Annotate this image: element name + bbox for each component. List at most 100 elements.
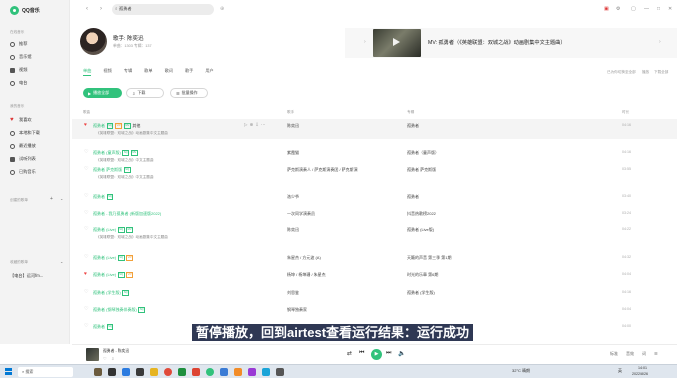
song-artist[interactable]: 刘思鉴 bbox=[287, 290, 299, 296]
header-duration[interactable]: 时长 bbox=[622, 110, 629, 115]
song-album[interactable]: 孤勇者 (学生版) bbox=[407, 290, 435, 296]
song-album[interactable]: 孤勇者 bbox=[407, 194, 419, 200]
song-album[interactable]: 孤勇者 萨克斯版 bbox=[407, 167, 436, 173]
song-title[interactable]: 孤勇者 bbox=[93, 324, 105, 330]
like-icon[interactable]: ♡ bbox=[103, 356, 107, 361]
like-heart-icon[interactable]: ♡ bbox=[84, 227, 88, 232]
sidebar-item-liked[interactable]: ♥ 我喜欢 bbox=[10, 116, 66, 124]
sidebar-item-music-hall[interactable]: 音乐馆 bbox=[10, 53, 66, 61]
header-artist[interactable]: 歌手 bbox=[287, 110, 294, 115]
chevron-left-icon[interactable]: › bbox=[364, 39, 366, 45]
sound-effect-button[interactable]: 音效 bbox=[626, 351, 634, 357]
app-icon[interactable] bbox=[248, 368, 256, 376]
like-heart-icon[interactable]: ♡ bbox=[84, 194, 88, 199]
mini-mode-icon[interactable]: ▢ bbox=[631, 6, 636, 12]
song-artist[interactable]: 洛少爷 bbox=[287, 194, 299, 200]
song-title[interactable]: 孤勇者 (童声版) bbox=[93, 150, 121, 156]
play-link[interactable]: 播放 bbox=[642, 70, 649, 75]
back-icon[interactable]: ‹ bbox=[86, 6, 88, 12]
song-title[interactable]: 孤勇者 bbox=[93, 194, 105, 200]
song-album[interactable]: 孤勇者 (Live版) bbox=[407, 227, 434, 233]
app-icon[interactable] bbox=[220, 368, 228, 376]
play-all-button[interactable]: ▶ 播放全部 bbox=[83, 88, 122, 98]
sidebar-item-radio[interactable]: 电台 bbox=[10, 79, 66, 87]
sidebar-item-purchased[interactable]: 已购音乐 bbox=[10, 168, 66, 176]
header-song[interactable]: 歌曲 bbox=[83, 110, 90, 115]
voice-search-icon[interactable]: ⊕ bbox=[220, 6, 224, 12]
table-row[interactable]: ♥ 孤勇者 SQ VIP MV 其他 《英雄联盟：双城之战》动画剧集中文主题曲 ▷⊕⇩⋯ 陈奕迅… bbox=[72, 119, 677, 139]
tab-lyrics[interactable]: 歌词 bbox=[165, 68, 173, 76]
now-playing-cover[interactable] bbox=[86, 348, 99, 361]
ime-indicator[interactable]: 英 bbox=[618, 368, 622, 374]
sidebar-item-recent[interactable]: 最近播放 bbox=[10, 142, 66, 150]
weather-status[interactable]: 32°C 晴朗 bbox=[512, 368, 530, 374]
next-icon[interactable]: ⏭ bbox=[386, 350, 391, 357]
quality-button[interactable]: 标准 bbox=[610, 351, 618, 357]
app-icon[interactable] bbox=[276, 368, 284, 376]
song-artist[interactable]: 钢琴独奏家 bbox=[287, 307, 307, 313]
song-album[interactable]: 时光的乐章 第6期 bbox=[407, 272, 438, 278]
lyrics-button[interactable]: 词 bbox=[642, 351, 646, 357]
mv-banner[interactable]: › MV: 孤勇者（《英雄联盟：双城之战》动画剧集中文主题曲） › bbox=[345, 28, 677, 58]
like-heart-icon[interactable]: ♡ bbox=[84, 167, 88, 172]
sidebar-item-recommend[interactable]: 推荐 bbox=[10, 40, 66, 48]
download-button[interactable]: ⇩ 下载 bbox=[126, 88, 164, 98]
wallpaper-widget-icon[interactable] bbox=[94, 368, 102, 376]
like-heart-icon[interactable]: ♥ bbox=[84, 123, 87, 128]
song-title[interactable]: 孤勇者 萨克斯版 bbox=[93, 167, 122, 173]
forward-icon[interactable]: › bbox=[100, 6, 102, 12]
search-input[interactable]: ⌕ 孤勇者 bbox=[112, 4, 214, 15]
app-icon[interactable] bbox=[234, 368, 242, 376]
song-title[interactable]: 孤勇者 (Live) bbox=[93, 255, 116, 261]
tab-playlists[interactable]: 歌单 bbox=[144, 68, 152, 76]
song-artist[interactable]: 朱星杰 / 方元波 (A) bbox=[287, 255, 321, 261]
explorer-icon[interactable] bbox=[150, 368, 158, 376]
song-title[interactable]: 孤勇者 (Live) bbox=[93, 227, 116, 233]
edge-icon[interactable] bbox=[122, 368, 130, 376]
playlist-icon[interactable]: ☰ bbox=[654, 351, 658, 356]
song-album[interactable]: 抖音热歌榜2022 bbox=[407, 211, 436, 217]
header-album[interactable]: 专辑 bbox=[407, 110, 414, 115]
like-heart-icon[interactable]: ♡ bbox=[84, 307, 88, 312]
qq-music-taskbar-icon[interactable] bbox=[206, 368, 214, 376]
shuffle-icon[interactable]: ⇄ bbox=[347, 350, 352, 357]
chevron-down-icon[interactable]: ⌄ bbox=[60, 259, 63, 264]
more-icon[interactable]: ⋯ bbox=[261, 122, 268, 127]
song-album[interactable]: 孤勇者（童声版） bbox=[407, 150, 439, 156]
like-heart-icon[interactable]: ♡ bbox=[84, 324, 88, 329]
batch-button[interactable]: ☰ 批量操作 bbox=[170, 88, 208, 98]
song-album[interactable]: 孤勇者 bbox=[407, 123, 419, 129]
chevron-right-icon[interactable]: › bbox=[659, 39, 661, 45]
song-artist[interactable]: 杨坤 / 杨坤珊 / 朱星杰 bbox=[287, 272, 326, 278]
song-album[interactable]: 天籁的声音 第三季 第1期 bbox=[407, 255, 451, 261]
tab-videos[interactable]: 视频 bbox=[103, 68, 111, 76]
song-artist[interactable]: 萨克斯演奏人 / 萨克斯演奏团 / 萨克斯演 bbox=[287, 167, 358, 173]
sidebar-item-local[interactable]: 本地和下载 bbox=[10, 129, 66, 137]
close-icon[interactable]: ✕ bbox=[668, 6, 672, 12]
volume-icon[interactable]: 🔈 bbox=[398, 350, 405, 357]
chrome-icon[interactable] bbox=[164, 368, 172, 376]
tab-users[interactable]: 用户 bbox=[205, 68, 213, 76]
app-icon[interactable] bbox=[192, 368, 200, 376]
taskbar-search[interactable]: ⌕ 搜索 bbox=[18, 367, 73, 377]
download-all-link[interactable]: 下载全部 bbox=[654, 70, 668, 75]
row-actions[interactable]: ▷⊕⇩⋯ bbox=[244, 122, 268, 128]
app-icon[interactable] bbox=[262, 368, 270, 376]
app-logo[interactable]: QQ音乐 bbox=[10, 6, 40, 15]
song-title[interactable]: 孤勇者 (Live) bbox=[93, 272, 116, 278]
sidebar-item-collected[interactable]: 【电台】运河fm... bbox=[10, 272, 66, 280]
play-pause-button[interactable]: ▶ bbox=[371, 349, 382, 360]
song-artist[interactable]: 一次同学演奏员 bbox=[287, 211, 315, 217]
like-heart-icon[interactable]: ♥ bbox=[84, 272, 87, 277]
table-row[interactable]: ♡ 孤勇者 萨克斯版 SQ 《英雄联盟：双城之战》中文主题曲 萨克斯演奏人 / 萨克斯演… bbox=[72, 163, 677, 183]
clock-date[interactable]: 2022/8/26 bbox=[632, 372, 648, 376]
like-heart-icon[interactable]: ♡ bbox=[84, 290, 88, 295]
song-title[interactable]: 孤勇者 bbox=[93, 123, 105, 129]
like-heart-icon[interactable]: ♡ bbox=[84, 211, 88, 216]
clock-time[interactable]: 14:01 bbox=[638, 366, 647, 370]
chevron-down-icon[interactable]: ⌄ bbox=[60, 196, 63, 201]
add-playlist-icon[interactable]: + bbox=[50, 196, 53, 202]
task-view-icon[interactable] bbox=[108, 368, 116, 376]
settings-icon[interactable]: ⚙ bbox=[616, 6, 620, 12]
song-artist[interactable]: 陈奕迅 bbox=[287, 227, 299, 233]
